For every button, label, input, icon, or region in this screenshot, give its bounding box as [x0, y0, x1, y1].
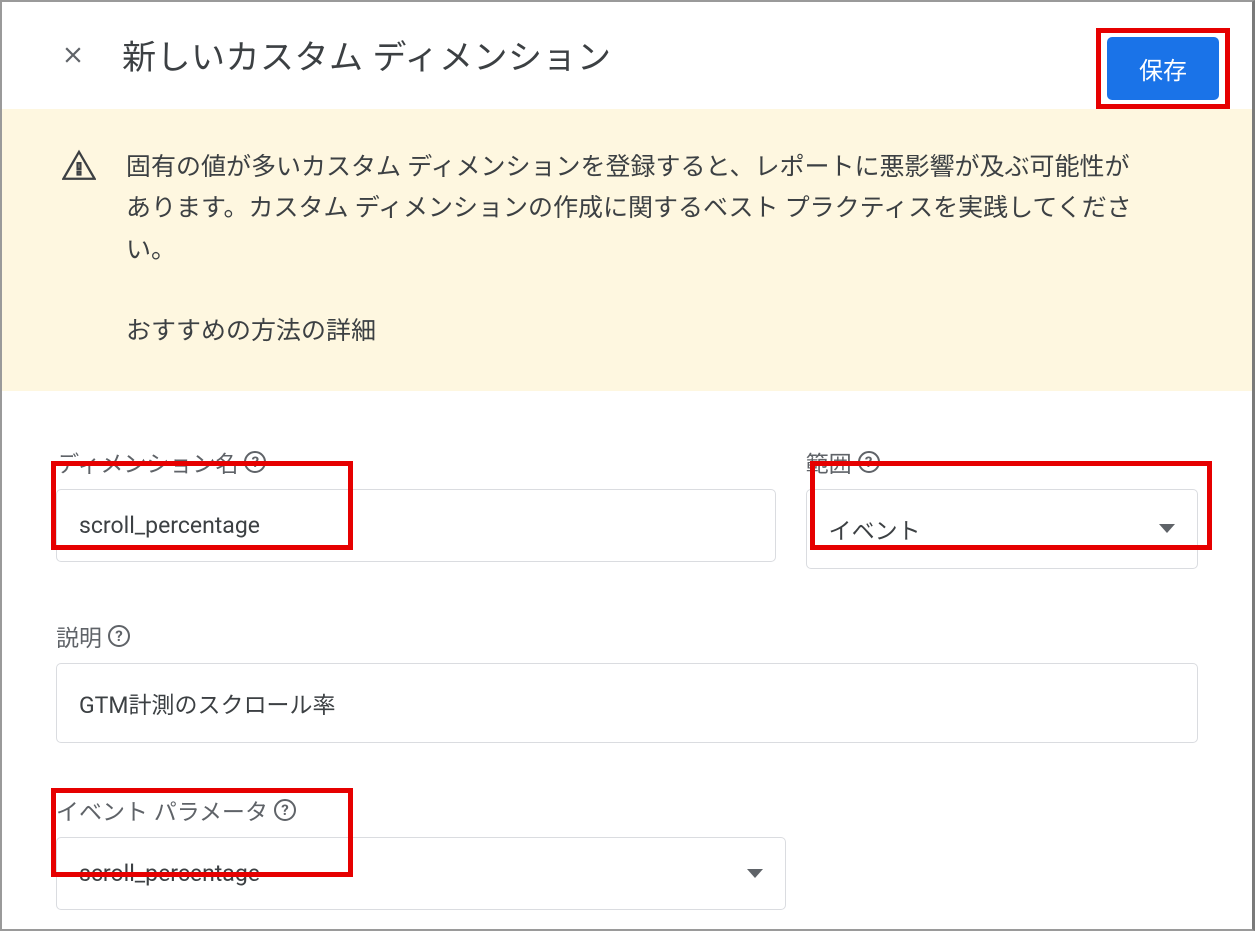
dialog-title: 新しいカスタム ディメンション — [122, 30, 1222, 79]
description-value: GTM計測のスクロール率 — [79, 686, 335, 720]
form-area: ディメンション名 ? scroll_percentage 範囲 ? イベント 説… — [2, 391, 1252, 910]
label-text-scope: 範囲 — [806, 445, 852, 479]
label-dimension-name: ディメンション名 ? — [56, 445, 776, 479]
description-input[interactable]: GTM計測のスクロール率 — [56, 663, 1198, 743]
chevron-down-icon — [747, 869, 763, 878]
scope-value: イベント — [829, 512, 921, 546]
warning-text: 固有の値が多いカスタム ディメンションを登録すると、レポートに悪影響が及ぶ可能性… — [126, 147, 1146, 271]
label-scope: 範囲 ? — [806, 445, 1198, 479]
dimension-name-input[interactable]: scroll_percentage — [56, 489, 776, 562]
help-icon[interactable]: ? — [274, 799, 296, 821]
label-text-dimension-name: ディメンション名 — [56, 445, 238, 479]
warning-link[interactable]: おすすめの方法の詳細 — [126, 311, 1146, 347]
event-parameter-select[interactable]: scroll_percentage — [56, 837, 786, 910]
help-icon[interactable]: ? — [108, 625, 130, 647]
label-event-parameter: イベント パラメータ ? — [56, 793, 786, 827]
save-button[interactable]: 保存 — [1107, 37, 1219, 100]
event-parameter-value: scroll_percentage — [79, 860, 260, 887]
field-scope: 範囲 ? イベント — [806, 445, 1198, 569]
dimension-name-value: scroll_percentage — [79, 512, 260, 539]
field-event-parameter: イベント パラメータ ? scroll_percentage — [56, 793, 786, 910]
warning-content: 固有の値が多いカスタム ディメンションを登録すると、レポートに悪影響が及ぶ可能性… — [126, 147, 1146, 347]
save-highlight: 保存 — [1096, 28, 1230, 109]
help-icon[interactable]: ? — [858, 451, 880, 473]
field-dimension-name: ディメンション名 ? scroll_percentage — [56, 445, 776, 569]
help-icon[interactable]: ? — [244, 451, 266, 473]
chevron-down-icon — [1159, 524, 1175, 533]
field-description: 説明 ? GTM計測のスクロール率 — [56, 619, 1198, 743]
close-icon[interactable] — [60, 36, 86, 74]
label-text-event-parameter: イベント パラメータ — [56, 793, 268, 827]
dialog-header: 新しいカスタム ディメンション — [2, 2, 1252, 109]
warning-icon — [62, 149, 96, 183]
label-text-description: 説明 — [56, 619, 102, 653]
warning-banner: 固有の値が多いカスタム ディメンションを登録すると、レポートに悪影響が及ぶ可能性… — [2, 109, 1252, 391]
scope-select[interactable]: イベント — [806, 489, 1198, 569]
label-description: 説明 ? — [56, 619, 1198, 653]
